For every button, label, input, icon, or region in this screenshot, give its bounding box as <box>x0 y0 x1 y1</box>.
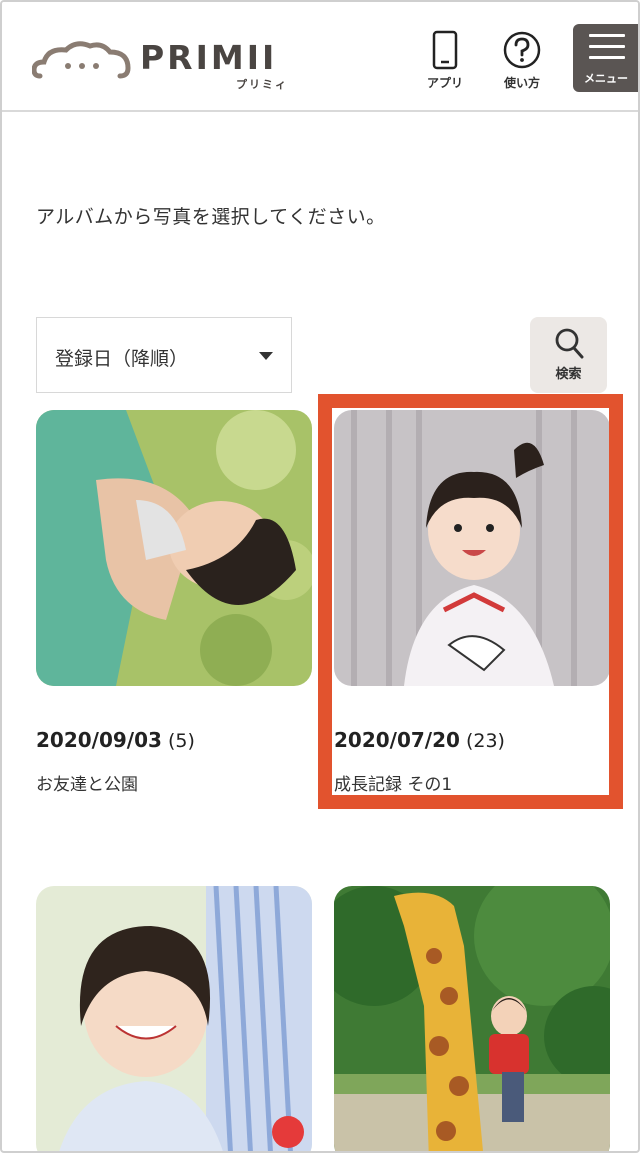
primii-logo[interactable]: PRIMII プリミィ <box>32 34 302 94</box>
app-button-label: アプリ <box>426 76 463 90</box>
album-date: 2020/07/20 (23) <box>334 728 505 752</box>
album-thumbnail[interactable] <box>36 410 312 686</box>
album-thumbnail[interactable] <box>334 410 610 686</box>
app-frame: PRIMII プリミィ アプリ 使い方 メニュー アルバムから写真を選択してくだ… <box>0 0 640 1153</box>
album-card[interactable]: 2020/09/03 (5) お友達と公園 <box>36 410 312 795</box>
hamburger-menu-icon <box>589 34 625 67</box>
album-name: お友達と公園 <box>36 775 138 795</box>
album-card[interactable] <box>36 886 312 1151</box>
menu-button-label: メニュー <box>584 72 628 85</box>
album-photo-image <box>334 410 610 686</box>
album-date: 2020/09/03 (5) <box>36 728 195 752</box>
search-icon <box>555 328 584 359</box>
album-thumbnail[interactable] <box>36 886 312 1151</box>
search-button-label: 検索 <box>555 367 582 382</box>
help-button-label: 使い方 <box>503 76 540 90</box>
logo-kana: プリミィ <box>236 78 288 91</box>
site-header: PRIMII プリミィ アプリ 使い方 メニュー <box>2 2 638 112</box>
help-button[interactable]: 使い方 <box>487 30 557 94</box>
cloud-logo-icon <box>32 41 131 79</box>
page-instruction: アルバムから写真を選択してください。 <box>36 206 386 228</box>
album-card[interactable] <box>334 886 610 1151</box>
album-photo-image <box>36 410 312 686</box>
sort-order-value: 登録日（降順） <box>55 348 189 370</box>
question-icon <box>503 31 541 69</box>
album-name: 成長記録 その1 <box>334 775 453 795</box>
album-card[interactable]: 2020/07/20 (23) 成長記録 その1 <box>334 410 610 795</box>
album-photo-count: (5) <box>167 730 195 752</box>
album-thumbnail[interactable] <box>334 886 610 1151</box>
album-photo-count: (23) <box>465 730 505 752</box>
logo-wordmark: PRIMII <box>140 38 278 77</box>
smartphone-icon <box>432 30 458 70</box>
album-photo-image <box>334 886 610 1151</box>
menu-button[interactable]: メニュー <box>573 24 638 92</box>
dropdown-caret-icon <box>259 352 273 360</box>
app-button[interactable]: アプリ <box>410 30 480 94</box>
album-photo-image <box>36 886 312 1151</box>
search-button[interactable]: 検索 <box>530 317 607 393</box>
sort-order-select[interactable]: 登録日（降順） <box>36 317 292 393</box>
